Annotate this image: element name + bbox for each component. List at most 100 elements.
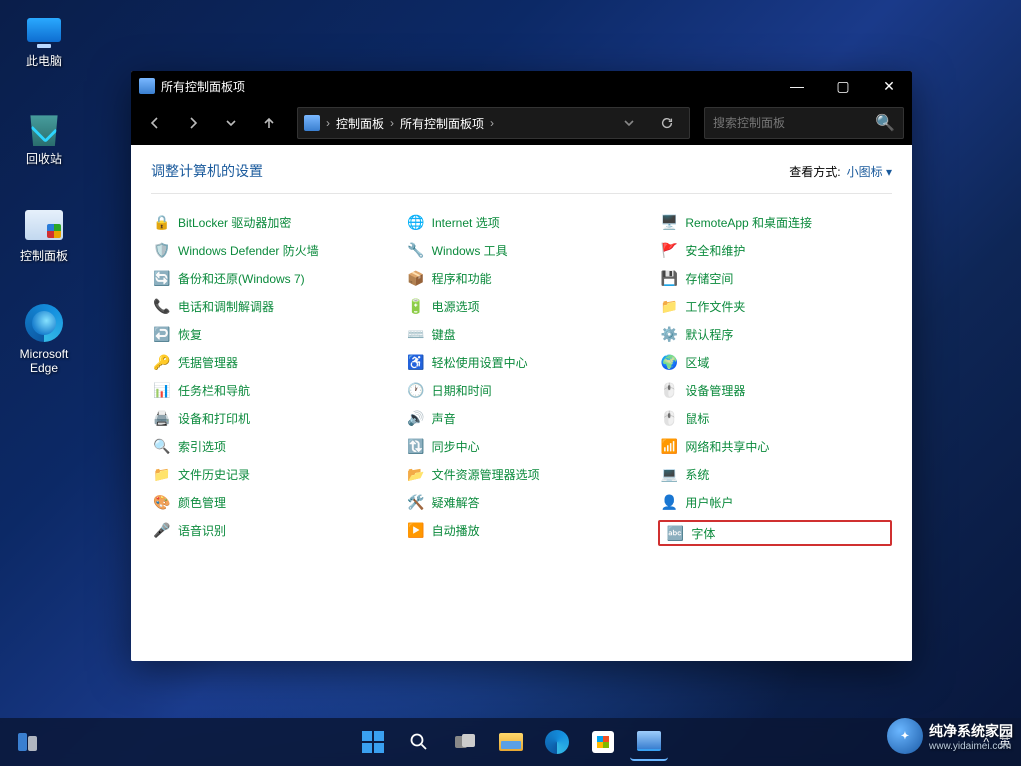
breadcrumb-root[interactable]: 控制面板 (336, 115, 384, 132)
forward-button[interactable] (177, 107, 209, 139)
items-column: 🌐Internet 选项 🔧 Windows 工具 📦程序和功能 🔋电源选项 ⌨️键盘 ♿轻… (405, 212, 639, 546)
taskview-button[interactable] (446, 723, 484, 761)
item-icon: 💾 (660, 269, 678, 287)
refresh-button[interactable] (651, 107, 683, 139)
control-panel-item[interactable]: 🛠️疑难解答 (405, 492, 639, 512)
control-panel-taskbar-button[interactable] (630, 723, 668, 761)
control-panel-item[interactable]: 🔤字体 (658, 520, 892, 546)
address-dropdown[interactable] (613, 107, 645, 139)
search-input[interactable] (713, 116, 875, 130)
control-panel-item[interactable]: 💾 存储空间 (658, 268, 892, 288)
window-title: 所有控制面板项 (161, 78, 774, 95)
search-button[interactable] (400, 723, 438, 761)
watermark-title: 纯净系统家园 (929, 721, 1013, 741)
item-icon: ↩️ (153, 325, 171, 343)
search-box[interactable]: 🔍 (704, 107, 904, 139)
control-panel-item[interactable]: 📁工作文件夹 (658, 296, 892, 316)
control-panel-item[interactable]: 🖥️RemoteApp 和桌面连接 (658, 212, 892, 232)
item-label: Windows 工具 (432, 242, 508, 259)
item-label: 系统 (685, 466, 709, 483)
item-icon: 🌐 (407, 213, 425, 231)
control-panel-item[interactable]: 🕐日期和时间 (405, 380, 639, 400)
watermark: ✦ 纯净系统家园 www.yidaimei.com (887, 718, 1013, 754)
up-button[interactable] (253, 107, 285, 139)
item-icon: 🔤 (666, 524, 684, 542)
control-panel-item[interactable]: 📞电话和调制解调器 (151, 296, 385, 316)
item-icon: 🛡️ (153, 241, 171, 259)
control-panel-item[interactable]: 🎨颜色管理 (151, 492, 385, 512)
folder-icon (499, 733, 523, 751)
control-panel-item[interactable]: 🔑凭据管理器 (151, 352, 385, 372)
recent-dropdown[interactable] (215, 107, 247, 139)
control-panel-item[interactable]: 📦程序和功能 (405, 268, 639, 288)
control-panel-item[interactable]: 📂文件资源管理器选项 (405, 464, 639, 484)
item-icon: 🖨️ (153, 409, 171, 427)
control-panel-item[interactable]: 👤 用户帐户 (658, 492, 892, 512)
widgets-button[interactable] (8, 723, 46, 761)
edge-button[interactable] (538, 723, 576, 761)
item-icon: 📦 (407, 269, 425, 287)
control-panel-item[interactable]: 🖱️鼠标 (658, 408, 892, 428)
navigation-bar: › 控制面板 › 所有控制面板项 › 🔍 (131, 101, 912, 145)
item-label: RemoteApp 和桌面连接 (685, 214, 812, 231)
view-by-selector: 查看方式: 小图标 ▾ (789, 163, 892, 180)
maximize-button[interactable]: ▢ (820, 71, 866, 101)
control-panel-item[interactable]: ↩️恢复 (151, 324, 385, 344)
item-label: 工作文件夹 (685, 298, 745, 315)
item-icon: 🎤 (153, 521, 171, 539)
breadcrumb-sep-icon: › (326, 116, 330, 130)
control-panel-item[interactable]: 🌍区域 (658, 352, 892, 372)
store-button[interactable] (584, 723, 622, 761)
control-panel-item[interactable]: 📊任务栏和导航 (151, 380, 385, 400)
search-icon[interactable]: 🔍 (875, 113, 895, 133)
control-panel-item[interactable]: 🔋电源选项 (405, 296, 639, 316)
desktop-icon-control-panel[interactable]: 控制面板 (9, 205, 79, 263)
start-button[interactable] (354, 723, 392, 761)
control-panel-item[interactable]: ⌨️键盘 (405, 324, 639, 344)
items-grid: 🔒BitLocker 驱动器加密 🛡️Windows Defender 防火墙 🔄备… (151, 212, 892, 546)
desktop-icon-this-pc[interactable]: 此电脑 (9, 10, 79, 68)
item-icon: 📊 (153, 381, 171, 399)
control-panel-item[interactable]: 🖱️设备管理器 (658, 380, 892, 400)
control-panel-item[interactable]: 📶网络和共享中心 (658, 436, 892, 456)
control-panel-item[interactable]: 🔒BitLocker 驱动器加密 (151, 212, 385, 232)
item-icon: 👤 (660, 493, 678, 511)
windows-logo-icon (362, 731, 384, 753)
control-panel-item[interactable]: 🔧 Windows 工具 (405, 240, 639, 260)
desktop-icon-edge[interactable]: Microsoft Edge (9, 303, 79, 376)
control-panel-item[interactable]: 🔃同步中心 (405, 436, 639, 456)
explorer-button[interactable] (492, 723, 530, 761)
item-label: 轻松使用设置中心 (432, 354, 528, 371)
back-button[interactable] (139, 107, 171, 139)
item-label: 用户帐户 (685, 494, 733, 511)
close-button[interactable]: ✕ (866, 71, 912, 101)
recycle-bin-icon (27, 110, 61, 146)
desktop-icon-label: Microsoft Edge (9, 347, 79, 376)
control-panel-item[interactable]: 🚩安全和维护 (658, 240, 892, 260)
item-icon: 🚩 (660, 241, 678, 259)
control-panel-item[interactable]: 🔍索引选项 (151, 436, 385, 456)
control-panel-item[interactable]: 🖨️设备和打印机 (151, 408, 385, 428)
control-panel-item[interactable]: 🔄备份和还原(Windows 7) (151, 268, 385, 288)
address-bar[interactable]: › 控制面板 › 所有控制面板项 › (297, 107, 690, 139)
item-icon: 🔧 (407, 241, 425, 259)
item-label: 存储空间 (685, 270, 733, 287)
control-panel-icon (25, 210, 63, 240)
item-label: 默认程序 (685, 326, 733, 343)
control-panel-item[interactable]: 🔊声音 (405, 408, 639, 428)
items-column: 🔒BitLocker 驱动器加密 🛡️Windows Defender 防火墙 🔄备… (151, 212, 385, 546)
control-panel-item[interactable]: 💻系统 (658, 464, 892, 484)
desktop-icon-recycle-bin[interactable]: 回收站 (9, 108, 79, 166)
control-panel-item[interactable]: 📁文件历史记录 (151, 464, 385, 484)
control-panel-item[interactable]: 🎤语音识别 (151, 520, 385, 540)
control-panel-item[interactable]: 🌐Internet 选项 (405, 212, 639, 232)
titlebar: 所有控制面板项 — ▢ ✕ (131, 71, 912, 101)
view-by-dropdown[interactable]: 小图标 ▾ (847, 163, 892, 180)
control-panel-item[interactable]: ▶️自动播放 (405, 520, 639, 540)
items-column: 🖥️RemoteApp 和桌面连接 🚩安全和维护 💾 存储空间 📁工作文件夹 ⚙️默认程序… (658, 212, 892, 546)
minimize-button[interactable]: — (774, 71, 820, 101)
control-panel-item[interactable]: ⚙️默认程序 (658, 324, 892, 344)
breadcrumb-current[interactable]: 所有控制面板项 (400, 115, 484, 132)
control-panel-item[interactable]: ♿轻松使用设置中心 (405, 352, 639, 372)
control-panel-item[interactable]: 🛡️Windows Defender 防火墙 (151, 240, 385, 260)
